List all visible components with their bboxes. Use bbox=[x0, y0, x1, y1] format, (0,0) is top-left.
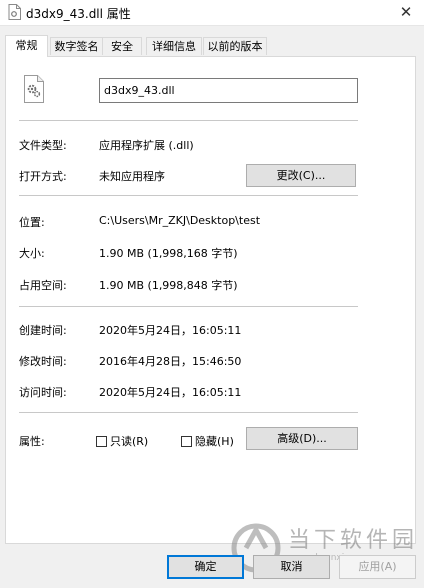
checkbox-box[interactable] bbox=[181, 436, 192, 447]
checkbox-box[interactable] bbox=[96, 436, 107, 447]
cancel-button[interactable]: 取消 bbox=[253, 555, 330, 579]
separator bbox=[19, 195, 358, 196]
dll-gear-file-icon bbox=[23, 75, 45, 106]
tab-security[interactable]: 安全 bbox=[102, 37, 142, 55]
file-type-value: 应用程序扩展 (.dll) bbox=[99, 139, 194, 152]
tab-general[interactable]: 常规 bbox=[5, 35, 48, 57]
location-label: 位置: bbox=[19, 216, 45, 229]
size-label: 大小: bbox=[19, 247, 45, 260]
file-name-input[interactable]: d3dx9_43.dll bbox=[99, 78, 358, 103]
change-button[interactable]: 更改(C)... bbox=[246, 164, 356, 187]
readonly-checkbox[interactable]: 只读(R) bbox=[96, 433, 148, 449]
hidden-checkbox[interactable]: 隐藏(H) bbox=[181, 433, 234, 449]
readonly-checkbox-label: 只读(R) bbox=[110, 435, 149, 448]
modified-value: 2016年4月28日，15:46:50 bbox=[99, 355, 242, 368]
separator bbox=[19, 120, 358, 121]
tab-digital-signatures[interactable]: 数字签名 bbox=[50, 37, 103, 55]
created-label: 创建时间: bbox=[19, 324, 67, 337]
attributes-label: 属性: bbox=[19, 435, 45, 448]
size-on-disk-value: 1.90 MB (1,998,848 字节) bbox=[99, 279, 238, 292]
window-title: d3dx9_43.dll 属性 bbox=[26, 7, 131, 21]
accessed-value: 2020年5月24日，16:05:11 bbox=[99, 386, 242, 399]
apply-button[interactable]: 应用(A) bbox=[339, 555, 416, 579]
opens-with-label: 打开方式: bbox=[19, 170, 67, 183]
location-value: C:\Users\Mr_ZKJ\Desktop\test bbox=[99, 214, 261, 227]
modified-label: 修改时间: bbox=[19, 355, 67, 368]
advanced-button[interactable]: 高级(D)... bbox=[246, 427, 358, 450]
file-type-label: 文件类型: bbox=[19, 139, 67, 152]
size-on-disk-label: 占用空间: bbox=[19, 279, 67, 292]
close-button[interactable]: ✕ bbox=[388, 0, 424, 26]
accessed-label: 访问时间: bbox=[19, 386, 67, 399]
general-panel: d3dx9_43.dll 文件类型: 应用程序扩展 (.dll) 打开方式: 未… bbox=[5, 56, 416, 544]
size-value: 1.90 MB (1,998,168 字节) bbox=[99, 247, 238, 260]
tab-previous-versions[interactable]: 以前的版本 bbox=[203, 37, 267, 55]
tab-details[interactable]: 详细信息 bbox=[146, 37, 202, 55]
ok-button[interactable]: 确定 bbox=[167, 555, 244, 579]
opens-with-value: 未知应用程序 bbox=[99, 170, 165, 183]
created-value: 2020年5月24日，16:05:11 bbox=[99, 324, 242, 337]
title-bar: d3dx9_43.dll 属性 ✕ bbox=[0, 0, 424, 26]
dll-file-icon bbox=[8, 4, 21, 23]
separator bbox=[19, 412, 358, 413]
hidden-checkbox-label: 隐藏(H) bbox=[195, 435, 234, 448]
separator bbox=[19, 306, 358, 307]
